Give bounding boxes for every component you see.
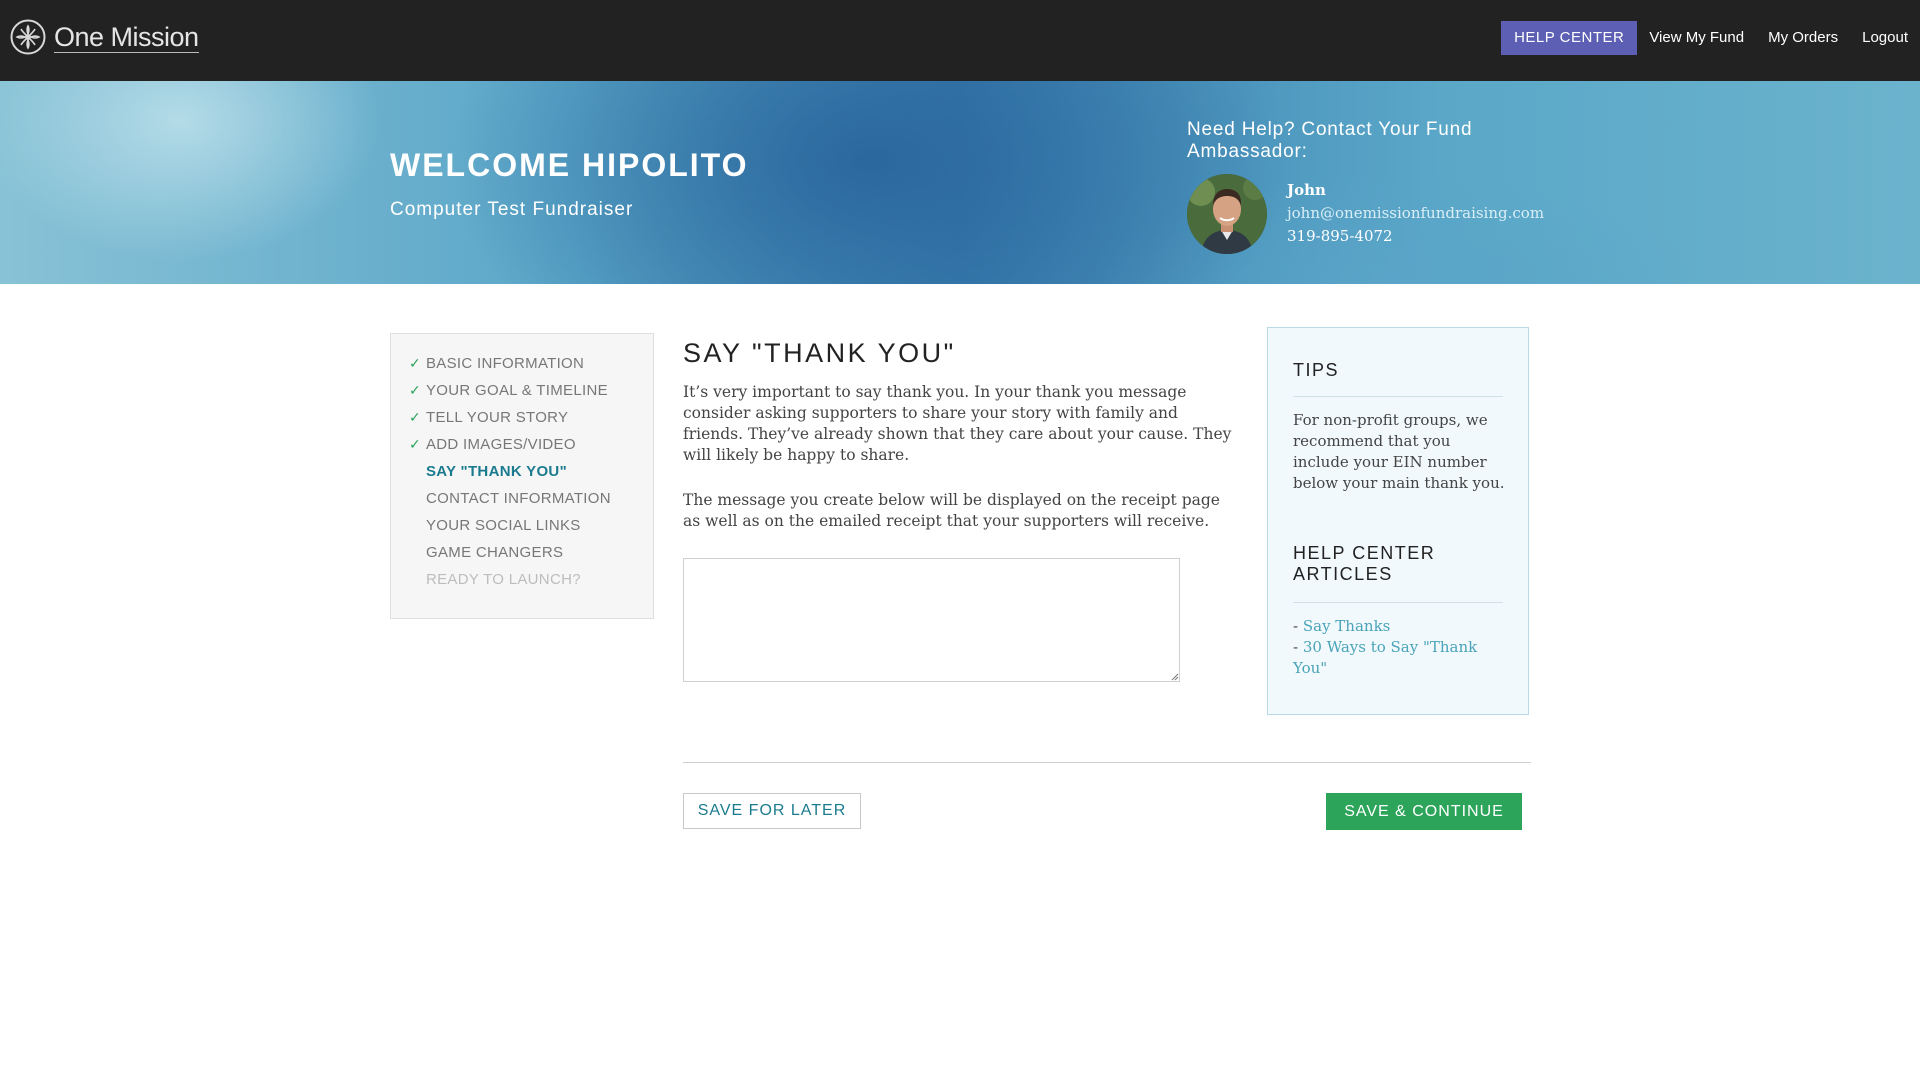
ambassador-name: John <box>1287 181 1326 199</box>
logo[interactable]: One Mission <box>10 17 199 57</box>
logo-text: One Mission <box>54 21 199 53</box>
step-item[interactable]: ✓ TELL YOUR STORY <box>391 408 653 435</box>
logo-mark-icon <box>10 19 46 55</box>
step-label: TELL YOUR STORY <box>426 409 569 426</box>
steps-list: ✓ BASIC INFORMATION ✓ YOUR GOAL & TIMELINE ✓… <box>391 334 653 597</box>
step-item[interactable]: ✓ BASIC INFORMATION <box>391 354 653 381</box>
step-label: YOUR SOCIAL LINKS <box>426 517 581 534</box>
tips-text: For non-profit groups, we recommend that… <box>1293 411 1505 492</box>
article-link-say-thanks[interactable]: Say Thanks <box>1303 617 1391 635</box>
ambassador-photo-icon <box>1187 174 1267 254</box>
articles-divider <box>1293 602 1503 603</box>
intro-paragraph: It’s very important to say thank you. In… <box>683 383 1232 464</box>
step-label: SAY "THANK YOU" <box>426 463 567 480</box>
step-label: BASIC INFORMATION <box>426 355 585 372</box>
top-nav: HELP CENTER View My Fund My Orders Logou… <box>1501 21 1908 55</box>
help-center-button[interactable]: HELP CENTER <box>1501 21 1638 55</box>
fundraiser-name: Computer Test Fundraiser <box>390 199 634 220</box>
step-item[interactable]: GAME CHANGERS <box>391 543 653 570</box>
thank-you-message-input[interactable] <box>683 558 1180 682</box>
article-bullet: - <box>1293 638 1303 656</box>
receipt-note-paragraph: The message you create below will be dis… <box>683 491 1220 530</box>
checkmark-icon: ✓ <box>409 409 422 425</box>
step-label: ADD IMAGES/VIDEO <box>426 436 576 453</box>
save-for-later-button[interactable]: SAVE FOR LATER <box>683 793 861 829</box>
article-link-item: - 30 Ways to Say "Thank You" <box>1293 637 1508 679</box>
resize-grip-icon[interactable] <box>1171 673 1179 681</box>
step-item[interactable]: CONTACT INFORMATION <box>391 489 653 516</box>
tips-divider <box>1293 396 1503 397</box>
save-continue-button[interactable]: SAVE & CONTINUE <box>1326 793 1522 830</box>
step-item[interactable]: ✓ ADD IMAGES/VIDEO <box>391 435 653 462</box>
hero-banner: WELCOME HIPOLITO Computer Test Fundraise… <box>0 81 1920 284</box>
my-orders-link[interactable]: My Orders <box>1756 21 1850 55</box>
tips-panel: TIPS For non-profit groups, we recommend… <box>1267 327 1529 715</box>
step-item[interactable]: ✓ YOUR GOAL & TIMELINE <box>391 381 653 408</box>
step-label: GAME CHANGERS <box>426 544 564 561</box>
article-bullet: - <box>1293 617 1303 635</box>
ambassador-phone: 319-895-4072 <box>1287 227 1393 245</box>
article-link-item: - Say Thanks <box>1293 616 1508 637</box>
checkmark-icon: ✓ <box>409 382 422 398</box>
step-label: READY TO LAUNCH? <box>426 571 581 588</box>
checkmark-icon: ✓ <box>409 355 422 371</box>
setup-steps-sidebar: ✓ BASIC INFORMATION ✓ YOUR GOAL & TIMELINE ✓… <box>390 333 654 619</box>
step-item[interactable]: SAY "THANK YOU" <box>391 462 653 489</box>
help-center-articles-title: HELP CENTER ARTICLES <box>1293 543 1436 584</box>
logout-link[interactable]: Logout <box>1850 21 1908 55</box>
view-my-fund-link[interactable]: View My Fund <box>1637 21 1756 55</box>
top-bar: One Mission HELP CENTER View My Fund My … <box>0 0 1920 81</box>
step-item[interactable]: YOUR SOCIAL LINKS <box>391 516 653 543</box>
divider <box>683 762 1531 763</box>
article-link-30-ways[interactable]: 30 Ways to Say "Thank You" <box>1293 638 1477 677</box>
checkmark-icon: ✓ <box>409 436 422 452</box>
step-label: YOUR GOAL & TIMELINE <box>426 382 608 399</box>
step-label: CONTACT INFORMATION <box>426 490 611 507</box>
tips-title: TIPS <box>1293 360 1340 380</box>
step-item: READY TO LAUNCH? <box>391 570 653 597</box>
page-title: SAY "THANK YOU" <box>683 338 956 368</box>
welcome-title: WELCOME HIPOLITO <box>390 147 749 183</box>
ambassador-email-link[interactable]: john@onemissionfundraising.com <box>1287 204 1544 222</box>
ambassador-heading: Need Help? Contact Your Fund Ambassador: <box>1187 119 1473 162</box>
ambassador-avatar <box>1187 174 1267 254</box>
